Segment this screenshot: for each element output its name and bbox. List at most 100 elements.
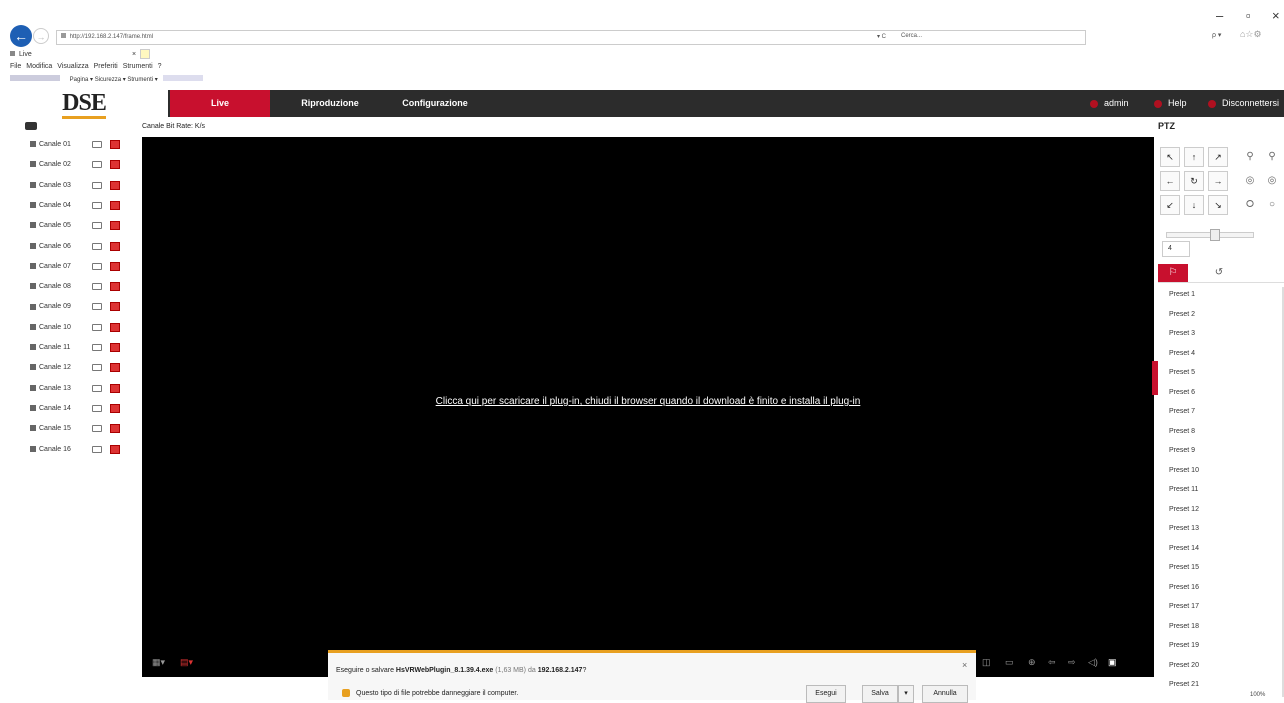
preset-item[interactable]: Preset 19 [1169,642,1199,649]
menu-preferiti[interactable]: Preferiti [94,63,118,70]
channel-item[interactable]: Canale 03 [30,176,140,196]
stream-icon[interactable] [92,303,102,311]
channel-item[interactable]: Canale 16 [30,440,140,460]
layout-grid-icon[interactable]: ▦▾ [152,657,165,668]
channel-item[interactable]: Canale 11 [30,338,140,358]
home-favorites-settings-icon[interactable]: ⌂☆⚙ [1240,29,1262,40]
preset-item[interactable]: Preset 3 [1169,330,1195,337]
ptz-up-right-button[interactable]: ↗ [1208,147,1228,167]
tab-preset[interactable]: ⚐ [1158,264,1188,282]
preset-item[interactable]: Preset 20 [1169,662,1199,669]
refresh-icon[interactable]: ▾ C [877,33,886,40]
record-icon[interactable] [110,444,120,454]
nav-tab-riproduzione[interactable]: Riproduzione [280,90,380,117]
ptz-up-left-button[interactable]: ↖ [1160,147,1180,167]
preset-item[interactable]: Preset 21 [1169,681,1199,688]
stream-icon[interactable] [92,242,102,250]
record-icon[interactable] [110,261,120,271]
record-icon[interactable] [110,282,120,292]
ptz-down-button[interactable]: ↓ [1184,195,1204,215]
ptz-speed-slider[interactable] [1166,229,1254,241]
stream-icon[interactable] [92,141,102,148]
preset-item[interactable]: Preset 18 [1169,623,1199,630]
record-icon[interactable] [110,322,120,332]
focus-near-icon[interactable]: ◎ [1240,171,1260,191]
channel-item[interactable]: Canale 08 [30,277,140,297]
logout-button[interactable]: Disconnettersi [1208,90,1279,117]
collapse-panel-handle[interactable] [1152,361,1158,395]
record-icon[interactable] [110,200,120,210]
volume-icon[interactable]: ◁) [1088,657,1098,668]
preset-item[interactable]: Preset 12 [1169,506,1199,513]
save-options-button[interactable]: ▾ [898,685,914,703]
preset-item[interactable]: Preset 6 [1169,389,1195,396]
focus-far-icon[interactable]: ◎ [1262,171,1282,191]
zoom-out-icon[interactable]: ⚲ [1262,147,1282,167]
stream-icon[interactable] [92,181,102,189]
record-icon[interactable] [110,424,120,434]
iris-close-icon[interactable]: ○ [1262,195,1282,215]
run-button[interactable]: Esegui [806,685,846,703]
stream-icon[interactable] [92,201,102,209]
zoom-icon[interactable]: ⊕ [1028,657,1036,668]
record-icon[interactable] [110,180,120,190]
record-icon[interactable] [110,383,120,393]
record-icon[interactable]: ▭ [1005,657,1014,668]
channel-item[interactable]: Canale 13 [30,379,140,399]
record-icon[interactable] [110,363,120,373]
back-button[interactable]: ← [10,25,32,47]
menu-help[interactable]: ? [158,63,162,70]
fullscreen-icon[interactable]: ▣ [1108,657,1117,668]
recorder-icon[interactable] [25,122,37,130]
iris-open-icon[interactable]: ⭘ [1240,195,1260,215]
stream-icon[interactable] [92,384,102,392]
preset-item[interactable]: Preset 4 [1169,350,1195,357]
snapshot-icon[interactable]: ◫ [982,657,991,668]
record-icon[interactable] [110,302,120,312]
cancel-button[interactable]: Annulla [922,685,968,703]
preset-item[interactable]: Preset 11 [1169,486,1198,493]
preset-item[interactable]: Preset 10 [1169,467,1199,474]
record-icon[interactable] [110,241,120,251]
channel-item[interactable]: Canale 12 [30,358,140,378]
channel-item[interactable]: Canale 10 [30,318,140,338]
ptz-up-button[interactable]: ↑ [1184,147,1204,167]
zoom-level[interactable]: 100% [1250,692,1265,698]
stream-icon[interactable] [92,222,102,230]
help-button[interactable]: Help [1154,90,1187,117]
zoom-in-icon[interactable]: ⚲ [1240,147,1260,167]
record-all-icon[interactable]: ▤▾ [180,657,193,668]
address-bar[interactable]: http://192.168.2.147/frame.html ▾ C Cerc… [56,30,1086,45]
download-plugin-link[interactable]: Clicca qui per scaricare il plug-in, chi… [142,396,1154,407]
restore-button[interactable]: ▫ [1246,8,1251,23]
channel-item[interactable]: Canale 07 [30,257,140,277]
tab-cruise[interactable]: ↺ [1204,264,1234,282]
menu-visualizza[interactable]: Visualizza [57,63,88,70]
ptz-down-left-button[interactable]: ↙ [1160,195,1180,215]
preset-item[interactable]: Preset 14 [1169,545,1199,552]
live-video-area[interactable]: Clicca qui per scaricare il plug-in, chi… [142,137,1154,647]
preset-item[interactable]: Preset 16 [1169,584,1199,591]
close-icon[interactable]: × [962,660,967,670]
preset-item[interactable]: Preset 5 [1169,369,1195,376]
browser-tab-live[interactable]: Live [10,51,32,58]
channel-item[interactable]: Canale 15 [30,419,140,439]
stream-icon[interactable] [92,283,102,291]
ptz-down-right-button[interactable]: ↘ [1208,195,1228,215]
menu-strumenti[interactable]: Strumenti [123,63,153,70]
menu-modifica[interactable]: Modifica [26,63,52,70]
new-tab-button[interactable] [140,49,150,59]
next-icon[interactable]: ⇨ [1068,657,1076,668]
ptz-auto-button[interactable]: ↻ [1184,171,1204,191]
channel-item[interactable]: Canale 14 [30,399,140,419]
preset-item[interactable]: Preset 1 [1169,291,1195,298]
stream-icon[interactable] [92,344,102,351]
channel-item[interactable]: Canale 06 [30,237,140,257]
close-window-button[interactable]: × [1272,8,1280,23]
preset-item[interactable]: Preset 15 [1169,564,1199,571]
prev-icon[interactable]: ⇦ [1048,657,1056,668]
stream-icon[interactable] [92,364,102,372]
preset-item[interactable]: Preset 13 [1169,525,1199,532]
nav-tab-configurazione[interactable]: Configurazione [380,90,490,117]
save-button[interactable]: Salva [862,685,898,703]
